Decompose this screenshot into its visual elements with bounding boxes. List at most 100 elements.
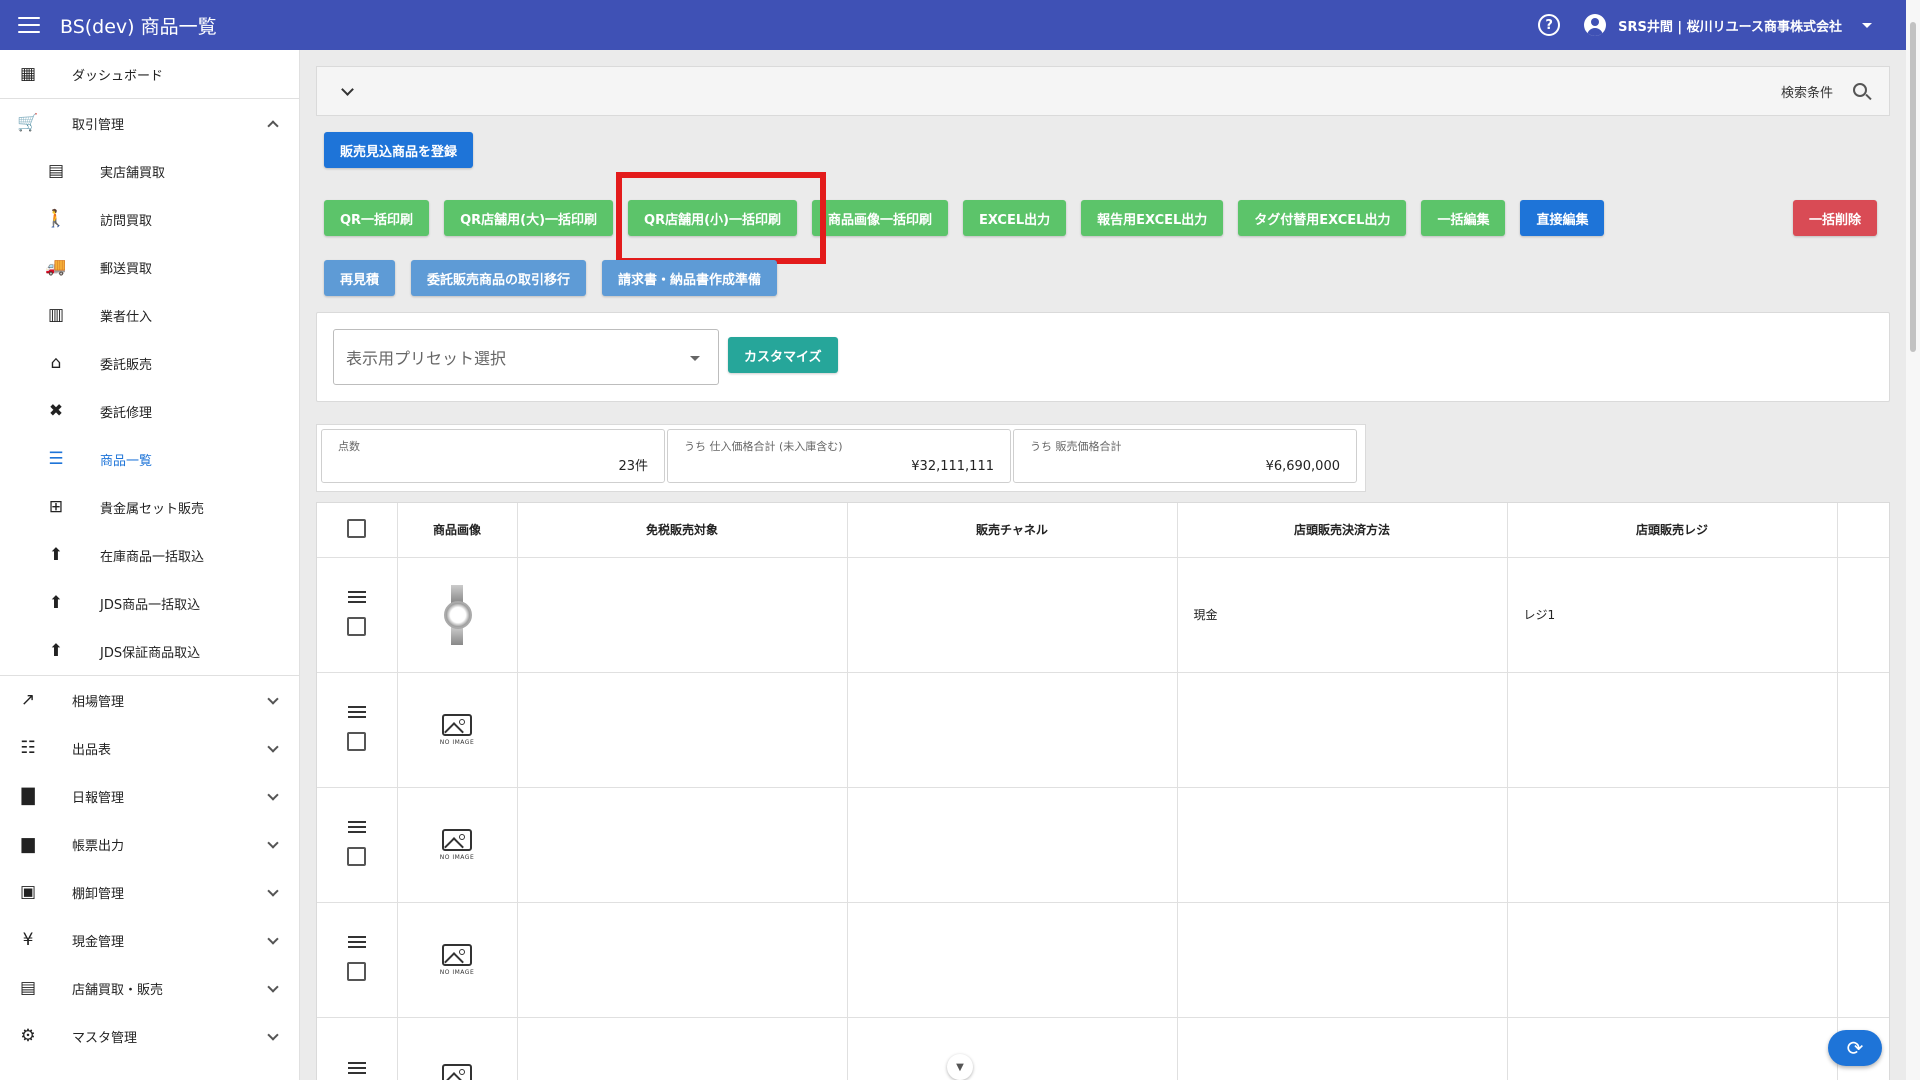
chevron-down-icon[interactable]: [267, 789, 279, 801]
row-checkbox[interactable]: [347, 846, 367, 866]
menu-icon[interactable]: [18, 17, 40, 33]
main-content: 検索条件 販売見込商品を登録 QR一括印刷 QR店舗用(大)一括印刷 QR店舗用…: [316, 66, 1890, 1080]
scroll-down-icon[interactable]: ▼: [947, 1054, 973, 1080]
sidebar-item-label: JDS商品一括取込: [100, 597, 201, 613]
sidebar-item-label: 実店舗買取: [100, 165, 166, 181]
sidebar-item-inventory[interactable]: ▣ 棚卸管理: [0, 868, 299, 916]
chevron-down-icon[interactable]: [267, 933, 279, 945]
chevron-down-icon[interactable]: [1862, 22, 1872, 28]
chevron-down-icon[interactable]: [267, 741, 279, 753]
page-scrollbar[interactable]: [1906, 0, 1920, 1080]
account-icon[interactable]: [1584, 14, 1607, 36]
column-header[interactable]: 免税販売対象: [517, 503, 848, 558]
qr-bulk-print-button[interactable]: QR一括印刷: [324, 200, 430, 236]
summary-count: 点数 23件: [321, 429, 665, 483]
qr-store-large-print-button[interactable]: QR店舗用(大)一括印刷: [444, 200, 614, 236]
sidebar-item-store-purchase[interactable]: ▤ 実店舗買取: [0, 147, 299, 195]
invoice-prepare-button[interactable]: 請求書・納品書作成準備: [602, 260, 778, 296]
sidebar-item-stock-import[interactable]: ⬆ 在庫商品一括取込: [0, 531, 299, 579]
sidebar: ▦ ダッシュボード 🛒 取引管理 ▤ 実店舗買取 🚶 訪問買取 🚚 郵送買取 ▥…: [0, 50, 300, 1080]
sidebar-item-label: 棚卸管理: [72, 886, 125, 902]
table-row[interactable]: NO IMAGE: [317, 672, 1889, 788]
list-alt-icon: ☷: [20, 738, 36, 758]
drag-handle-icon[interactable]: [347, 590, 366, 603]
search-panel[interactable]: 検索条件: [316, 66, 1890, 116]
product-image-watch[interactable]: [442, 584, 472, 645]
refresh-icon[interactable]: ⟳: [1828, 1030, 1882, 1066]
sidebar-item-mail-purchase[interactable]: 🚚 郵送買取: [0, 243, 299, 291]
chevron-down-icon[interactable]: [267, 693, 279, 705]
sidebar-item-cash[interactable]: ¥ 現金管理: [0, 916, 299, 964]
bulk-delete-button[interactable]: 一括削除: [1793, 200, 1878, 236]
sidebar-item-trade[interactable]: 🛒 取引管理: [0, 99, 299, 147]
list-icon: ☰: [48, 449, 64, 469]
no-image-placeholder: NO IMAGE: [398, 943, 517, 976]
sidebar-item-precious-metal-set[interactable]: ⊞ 貴金属セット販売: [0, 483, 299, 531]
image-icon: [442, 1063, 472, 1080]
excel-export-button[interactable]: EXCEL出力: [962, 200, 1067, 236]
chevron-down-icon[interactable]: [267, 981, 279, 993]
sidebar-item-vendor-purchase[interactable]: ▥ 業者仕入: [0, 291, 299, 339]
sidebar-item-market[interactable]: ↗ 相場管理: [0, 676, 299, 724]
store-icon: ▤: [19, 978, 37, 998]
sidebar-item-label: ダッシュボード: [72, 68, 164, 84]
sidebar-item-consignment-sale[interactable]: ⌂ 委託販売: [0, 339, 299, 387]
search-icon[interactable]: [1853, 83, 1867, 97]
customize-button[interactable]: カスタマイズ: [728, 337, 838, 373]
sidebar-item-master[interactable]: ⚙ マスタ管理: [0, 1012, 299, 1060]
drag-handle-icon[interactable]: [347, 705, 366, 718]
sidebar-item-jds-warranty-import[interactable]: ⬆ JDS保証商品取込: [0, 627, 299, 675]
drag-handle-icon[interactable]: [347, 820, 366, 833]
register-expected-product-button[interactable]: 販売見込商品を登録: [324, 132, 474, 168]
select-all-checkbox[interactable]: [347, 518, 367, 538]
document-icon: ▇: [21, 786, 35, 806]
column-header[interactable]: 店頭販売決済方法: [1177, 503, 1508, 558]
preset-select[interactable]: 表示用プリセット選択: [333, 329, 719, 385]
chevron-down-icon[interactable]: [341, 82, 354, 96]
sidebar-item-jds-import[interactable]: ⬆ JDS商品一括取込: [0, 579, 299, 627]
direct-edit-button[interactable]: 直接編集: [1520, 200, 1605, 236]
report-excel-export-button[interactable]: 報告用EXCEL出力: [1081, 200, 1224, 236]
user-name[interactable]: SRS井間 | 桜川リユース商事株式会社: [1618, 16, 1842, 35]
sidebar-item-label: 委託修理: [100, 405, 153, 421]
dashboard-icon: ▦: [19, 64, 37, 84]
bulk-edit-button[interactable]: 一括編集: [1421, 200, 1506, 236]
sidebar-item-visit-purchase[interactable]: 🚶 訪問買取: [0, 195, 299, 243]
help-icon[interactable]: ?: [1538, 14, 1561, 36]
row-checkbox[interactable]: [347, 961, 367, 981]
column-header[interactable]: 販売チャネル: [847, 503, 1178, 558]
sidebar-item-product-list[interactable]: ☰ 商品一覧: [0, 435, 299, 483]
upload-icon: ⬆: [48, 545, 64, 565]
row-checkbox[interactable]: [347, 731, 367, 751]
chevron-down-icon[interactable]: [267, 837, 279, 849]
tag-excel-export-button[interactable]: タグ付替用EXCEL出力: [1238, 200, 1407, 236]
preset-panel: 表示用プリセット選択 カスタマイズ: [316, 312, 1890, 402]
re-estimate-button[interactable]: 再見積: [324, 260, 396, 296]
chevron-down-icon[interactable]: [267, 1029, 279, 1041]
chevron-down-icon[interactable]: [267, 885, 279, 897]
highlight-box: [616, 172, 826, 264]
row-checkbox[interactable]: [347, 616, 367, 636]
sidebar-item-label: 店舗買取・販売: [72, 982, 164, 998]
sidebar-item-forms[interactable]: ▆ 帳票出力: [0, 820, 299, 868]
building-icon: ▥: [47, 305, 65, 325]
sidebar-item-label: マスタ管理: [72, 1030, 138, 1046]
column-header[interactable]: 店頭販売レジ: [1507, 503, 1838, 558]
drag-handle-icon[interactable]: [347, 935, 366, 948]
sidebar-item-dashboard[interactable]: ▦ ダッシュボード: [0, 50, 299, 98]
chevron-up-icon[interactable]: [267, 120, 279, 132]
sidebar-item-consignment-repair[interactable]: ✖ 委託修理: [0, 387, 299, 435]
truck-icon: 🚚: [45, 257, 67, 277]
drag-handle-icon[interactable]: [347, 1061, 366, 1074]
table-row[interactable]: NO IMAGE: [317, 902, 1889, 1018]
sidebar-item-listing[interactable]: ☷ 出品表: [0, 724, 299, 772]
consignment-transfer-button[interactable]: 委託販売商品の取引移行: [411, 260, 587, 296]
table-row[interactable]: NO IMAGE: [317, 787, 1889, 903]
summary-sales-total: うち 販売価格合計 ¥6,690,000: [1013, 429, 1357, 483]
sidebar-item-daily-report[interactable]: ▇ 日報管理: [0, 772, 299, 820]
column-header[interactable]: 商品画像: [397, 503, 518, 558]
sidebar-item-store[interactable]: ▤ 店舗買取・販売: [0, 964, 299, 1012]
table-row[interactable]: [317, 1017, 1889, 1080]
product-image-print-button[interactable]: 商品画像一括印刷: [811, 200, 948, 236]
table-row[interactable]: 現金 レジ1: [317, 557, 1889, 673]
